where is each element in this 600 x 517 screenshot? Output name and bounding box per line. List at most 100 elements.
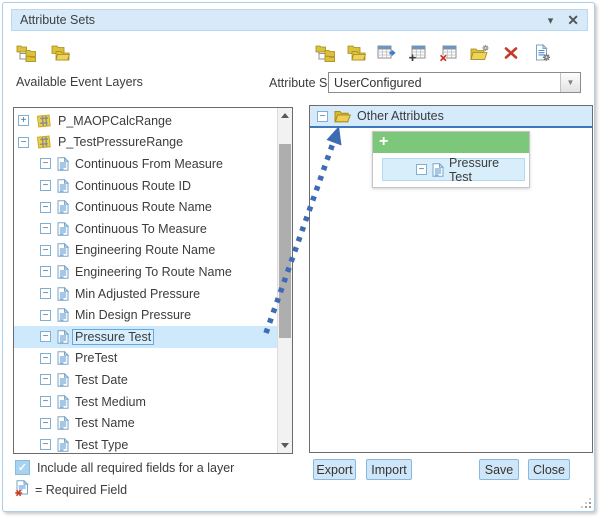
window-menu-icon[interactable]: ▾ <box>548 14 554 27</box>
tree-item-label: Test Medium <box>75 395 146 409</box>
tree-item-p-testpressurerange[interactable]: − P_TestPressureRange <box>14 132 277 154</box>
tree-item-label: Test Name <box>75 416 135 430</box>
vertical-scrollbar[interactable] <box>277 108 292 453</box>
field-icon <box>57 308 69 322</box>
tree-item-label: P_MAOPCalcRange <box>58 114 172 128</box>
event-layer-icon <box>35 135 52 149</box>
field-icon <box>57 287 69 301</box>
field-icon <box>57 179 69 193</box>
field-icon <box>57 351 69 365</box>
layer-tree-icon[interactable] <box>314 42 336 64</box>
collapse-icon[interactable]: − <box>40 353 51 364</box>
required-field-icon <box>15 480 29 500</box>
open-folders-icon[interactable] <box>49 42 71 64</box>
collapse-icon: − <box>416 164 427 175</box>
resize-grip[interactable] <box>580 497 591 508</box>
field-icon <box>57 416 69 430</box>
collapse-icon[interactable]: − <box>40 245 51 256</box>
tree-item-pressure-test[interactable]: − Pressure Test <box>14 326 277 348</box>
attribute-set-dropdown[interactable]: UserConfigured ▼ <box>328 72 581 93</box>
field-icon <box>57 157 69 171</box>
tree-item-test-type[interactable]: − Test Type <box>14 434 277 453</box>
collapse-icon[interactable]: − <box>40 288 51 299</box>
delete-icon[interactable] <box>500 42 522 64</box>
required-field-legend: = Required Field <box>15 481 127 499</box>
tree-item-label: Test Type <box>75 438 128 452</box>
tree-item-continuous-route-name[interactable]: − Continuous Route Name <box>14 196 277 218</box>
tree-item-label: Pressure Test <box>73 330 153 344</box>
folder-settings-icon[interactable] <box>469 42 491 64</box>
field-icon <box>57 243 69 257</box>
checkbox-label: Include all required fields for a layer <box>37 461 234 475</box>
dragged-item: − Pressure Test <box>382 158 525 181</box>
tree-item-continuous-from-measure[interactable]: −Continuous From Measure <box>14 153 277 175</box>
collapse-icon[interactable]: − <box>40 202 51 213</box>
window-title: Attribute Sets <box>20 13 548 27</box>
field-icon <box>57 395 69 409</box>
tree-item-label: Engineering Route Name <box>75 243 215 257</box>
collapse-icon[interactable]: − <box>40 158 51 169</box>
collapse-icon[interactable]: − <box>40 180 51 191</box>
field-icon <box>432 163 444 177</box>
checked-checkbox[interactable]: ✓ <box>15 460 30 475</box>
collapse-icon[interactable]: − <box>40 331 51 342</box>
tree-item-continuous-to-measure[interactable]: −Continuous To Measure <box>14 218 277 240</box>
toolbar-right <box>314 42 553 64</box>
group-label: Other Attributes <box>357 109 444 123</box>
tree-item-label: Min Design Pressure <box>75 308 191 322</box>
tree-item-p-maopcalcrange[interactable]: + P_MAOPCalcRange <box>14 110 277 132</box>
tree-item-continuous-route-id[interactable]: −Continuous Route ID <box>14 175 277 197</box>
collapse-icon[interactable]: − <box>40 310 51 321</box>
tree-item-label: Min Adjusted Pressure <box>75 287 200 301</box>
toolbar-left <box>15 42 71 64</box>
table-remove-icon[interactable] <box>438 42 460 64</box>
tree-item-label: Test Date <box>75 373 128 387</box>
tree-item-test-medium[interactable]: − Test Medium <box>14 391 277 413</box>
chevron-down-icon[interactable]: ▼ <box>560 73 580 92</box>
close-icon[interactable]: ✕ <box>567 12 579 29</box>
attribute-set-panel: − Other Attributes + − <box>309 105 593 453</box>
layer-tree-icon[interactable] <box>15 42 37 64</box>
tree-item-min-design-pressure[interactable]: − Min Design Pressure <box>14 304 277 326</box>
table-add-icon[interactable] <box>407 42 429 64</box>
collapse-icon[interactable]: − <box>317 111 328 122</box>
tree-item-label: P_TestPressureRange <box>58 135 183 149</box>
tree-item-test-date[interactable]: − Test Date <box>14 369 277 391</box>
collapse-icon[interactable]: − <box>40 396 51 407</box>
save-button[interactable]: Save <box>479 459 519 480</box>
field-icon <box>57 330 69 344</box>
export-button[interactable]: Export <box>313 459 356 480</box>
tree-item-pretest[interactable]: −PreTest <box>14 348 277 370</box>
open-folders-icon[interactable] <box>345 42 367 64</box>
scroll-down-icon[interactable] <box>278 438 292 453</box>
other-attributes-group[interactable]: − Other Attributes <box>310 106 592 128</box>
collapse-icon[interactable]: − <box>40 266 51 277</box>
available-layers-panel: +P_MAOPCalcRange−P_TestPressureRange−Con… <box>13 107 293 454</box>
import-button[interactable]: Import <box>366 459 412 480</box>
tree-item-test-name[interactable]: − Test Name <box>14 412 277 434</box>
field-icon <box>57 438 69 452</box>
include-required-fields-option[interactable]: ✓ Include all required fields for a laye… <box>15 460 234 475</box>
collapse-icon[interactable]: − <box>40 418 51 429</box>
field-icon <box>57 265 69 279</box>
tree-item-label: Engineering To Route Name <box>75 265 232 279</box>
event-layers-tree: +P_MAOPCalcRange−P_TestPressureRange−Con… <box>14 108 277 453</box>
close-button[interactable]: Close <box>528 459 570 480</box>
tree-item-min-adjusted-pressure[interactable]: − Min Adjusted Pressure <box>14 283 277 305</box>
field-icon <box>57 200 69 214</box>
tree-item-engineering-to-route-name[interactable]: − Engineering To Route Name <box>14 261 277 283</box>
tree-item-engineering-route-name[interactable]: − Engineering Route Name <box>14 240 277 262</box>
table-export-icon[interactable] <box>376 42 398 64</box>
titlebar[interactable]: Attribute Sets ▾ ✕ <box>11 9 588 31</box>
collapse-icon[interactable]: − <box>40 223 51 234</box>
collapse-icon[interactable]: − <box>40 439 51 450</box>
report-settings-icon[interactable] <box>531 42 553 64</box>
collapse-icon[interactable]: − <box>40 374 51 385</box>
expand-icon[interactable]: + <box>18 115 29 126</box>
scrollbar-thumb[interactable] <box>279 144 291 338</box>
field-icon <box>57 222 69 236</box>
collapse-icon[interactable]: − <box>18 137 29 148</box>
open-folder-icon <box>334 110 351 123</box>
tree-item-label: Continuous Route Name <box>75 200 212 214</box>
scroll-up-icon[interactable] <box>278 108 292 123</box>
